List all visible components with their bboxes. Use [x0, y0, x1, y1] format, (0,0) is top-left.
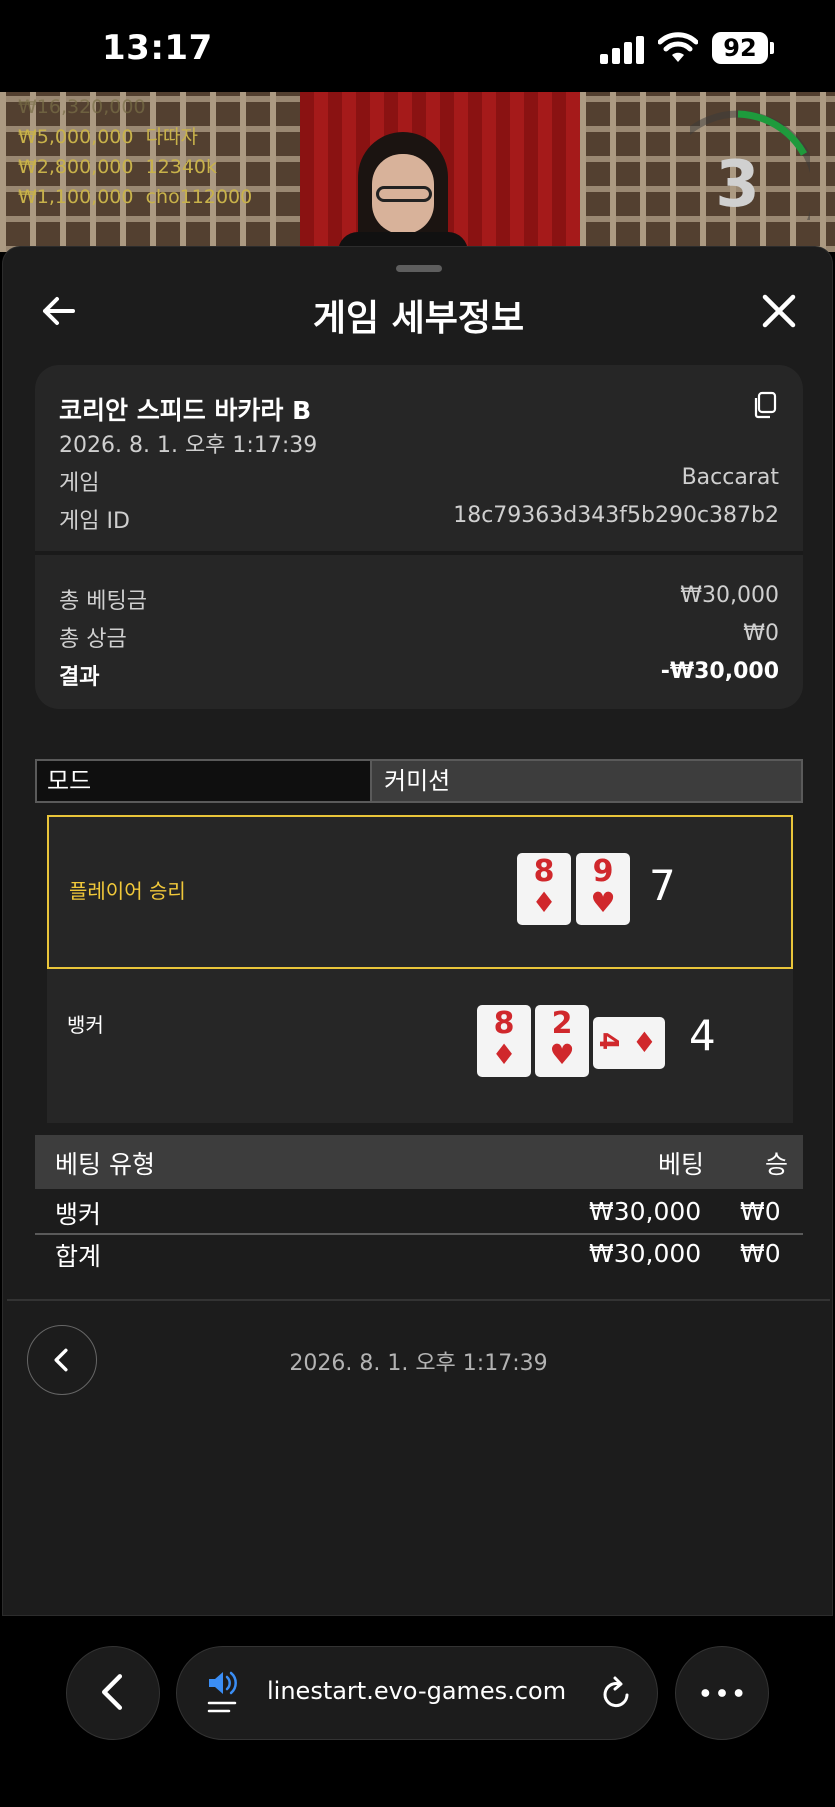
table-row: 뱅커 ₩30,000 ₩0	[55, 1197, 781, 1229]
bet-type-header: 베팅 유형	[55, 1150, 155, 1179]
battery-nub	[770, 42, 774, 54]
address-bar[interactable]: linestart.evo-games.com	[176, 1646, 658, 1740]
mode-label: 모드	[37, 761, 370, 801]
footer-datetime: 2026. 8. 1. 오후 1:17:39	[289, 1351, 548, 1376]
banker-hand: 뱅커 8 ♦ 2 ♥ 4 ♦ 4	[47, 969, 793, 1123]
mode-commission-bar: 모드 커미션	[35, 759, 803, 803]
status-time: 13:17	[102, 28, 213, 68]
copy-icon[interactable]	[751, 391, 777, 419]
card-divider	[35, 551, 803, 555]
browser-toolbar: linestart.evo-games.com	[0, 1616, 835, 1807]
recent-winners-list: ₩16,320,000 ₩5,000,000 다따자 ₩2,800,000 12…	[18, 96, 253, 212]
speaker-icon[interactable]	[205, 1667, 245, 1717]
footer-divider	[7, 1299, 830, 1301]
cellular-signal-icon	[600, 34, 646, 64]
playing-card: 9 ♥	[576, 853, 630, 925]
total-bet-row: 총 베팅금 ₩30,000	[59, 583, 779, 614]
more-options-button[interactable]	[675, 1646, 769, 1740]
player-score: 7	[649, 861, 676, 910]
total-win-row: 총 상금 ₩0	[59, 621, 779, 652]
dealer-glasses	[376, 186, 432, 202]
bet-table-header: 베팅 유형 베팅 승	[35, 1135, 803, 1189]
close-icon[interactable]	[759, 291, 799, 331]
banker-hand-label: 뱅커	[67, 1013, 104, 1037]
bet-amount-header: 베팅	[658, 1150, 705, 1179]
sheet-grabber[interactable]	[396, 265, 442, 272]
table-name: 코리안 스피드 바카라 B	[59, 396, 312, 425]
countdown-number: 3	[715, 148, 760, 222]
url-text: linestart.evo-games.com	[267, 1677, 567, 1705]
wifi-icon	[658, 32, 698, 62]
game-id-row: 게임 ID 18c79363d343f5b290c387b2	[59, 503, 779, 534]
chevron-left-icon	[101, 1674, 123, 1710]
winner-row: ₩2,800,000 12340k	[18, 156, 218, 178]
player-hand-label: 플레이어 승리	[69, 879, 186, 903]
table-total-row: 합계 ₩30,000 ₩0	[35, 1233, 803, 1275]
ellipsis-icon	[701, 1689, 743, 1697]
bet-win-header: 승	[765, 1150, 789, 1179]
game-type-row: 게임 Baccarat	[59, 465, 779, 496]
banker-score: 4	[689, 1011, 716, 1060]
game-datetime: 2026. 8. 1. 오후 1:17:39	[59, 433, 318, 458]
reload-icon[interactable]	[597, 1675, 635, 1713]
status-bar: 13:17 92	[0, 0, 835, 92]
playing-card-sideways: 4 ♦	[593, 1017, 665, 1069]
battery-icon: 92	[712, 32, 768, 64]
winner-row: ₩5,000,000 다따자	[18, 126, 199, 148]
player-hand: 플레이어 승리 8 ♦ 9 ♥ 7	[47, 815, 793, 969]
game-details-sheet: 게임 세부정보 코리안 스피드 바카라 B 2026. 8. 1. 오후 1:1…	[2, 246, 833, 1616]
game-info-card: 코리안 스피드 바카라 B 2026. 8. 1. 오후 1:17:39 게임 B…	[35, 365, 803, 709]
winner-row: ₩1,100,000 cho112000	[18, 186, 253, 208]
page-title: 게임 세부정보	[312, 298, 525, 339]
commission-label: 커미션	[370, 761, 801, 801]
playing-card: 8 ♦	[477, 1005, 531, 1077]
browser-back-button[interactable]	[66, 1646, 160, 1740]
winner-row: ₩16,320,000	[18, 96, 146, 118]
result-row: 결과 -₩30,000	[59, 659, 779, 690]
playing-card: 8 ♦	[517, 853, 571, 925]
playing-card: 2 ♥	[535, 1005, 589, 1077]
